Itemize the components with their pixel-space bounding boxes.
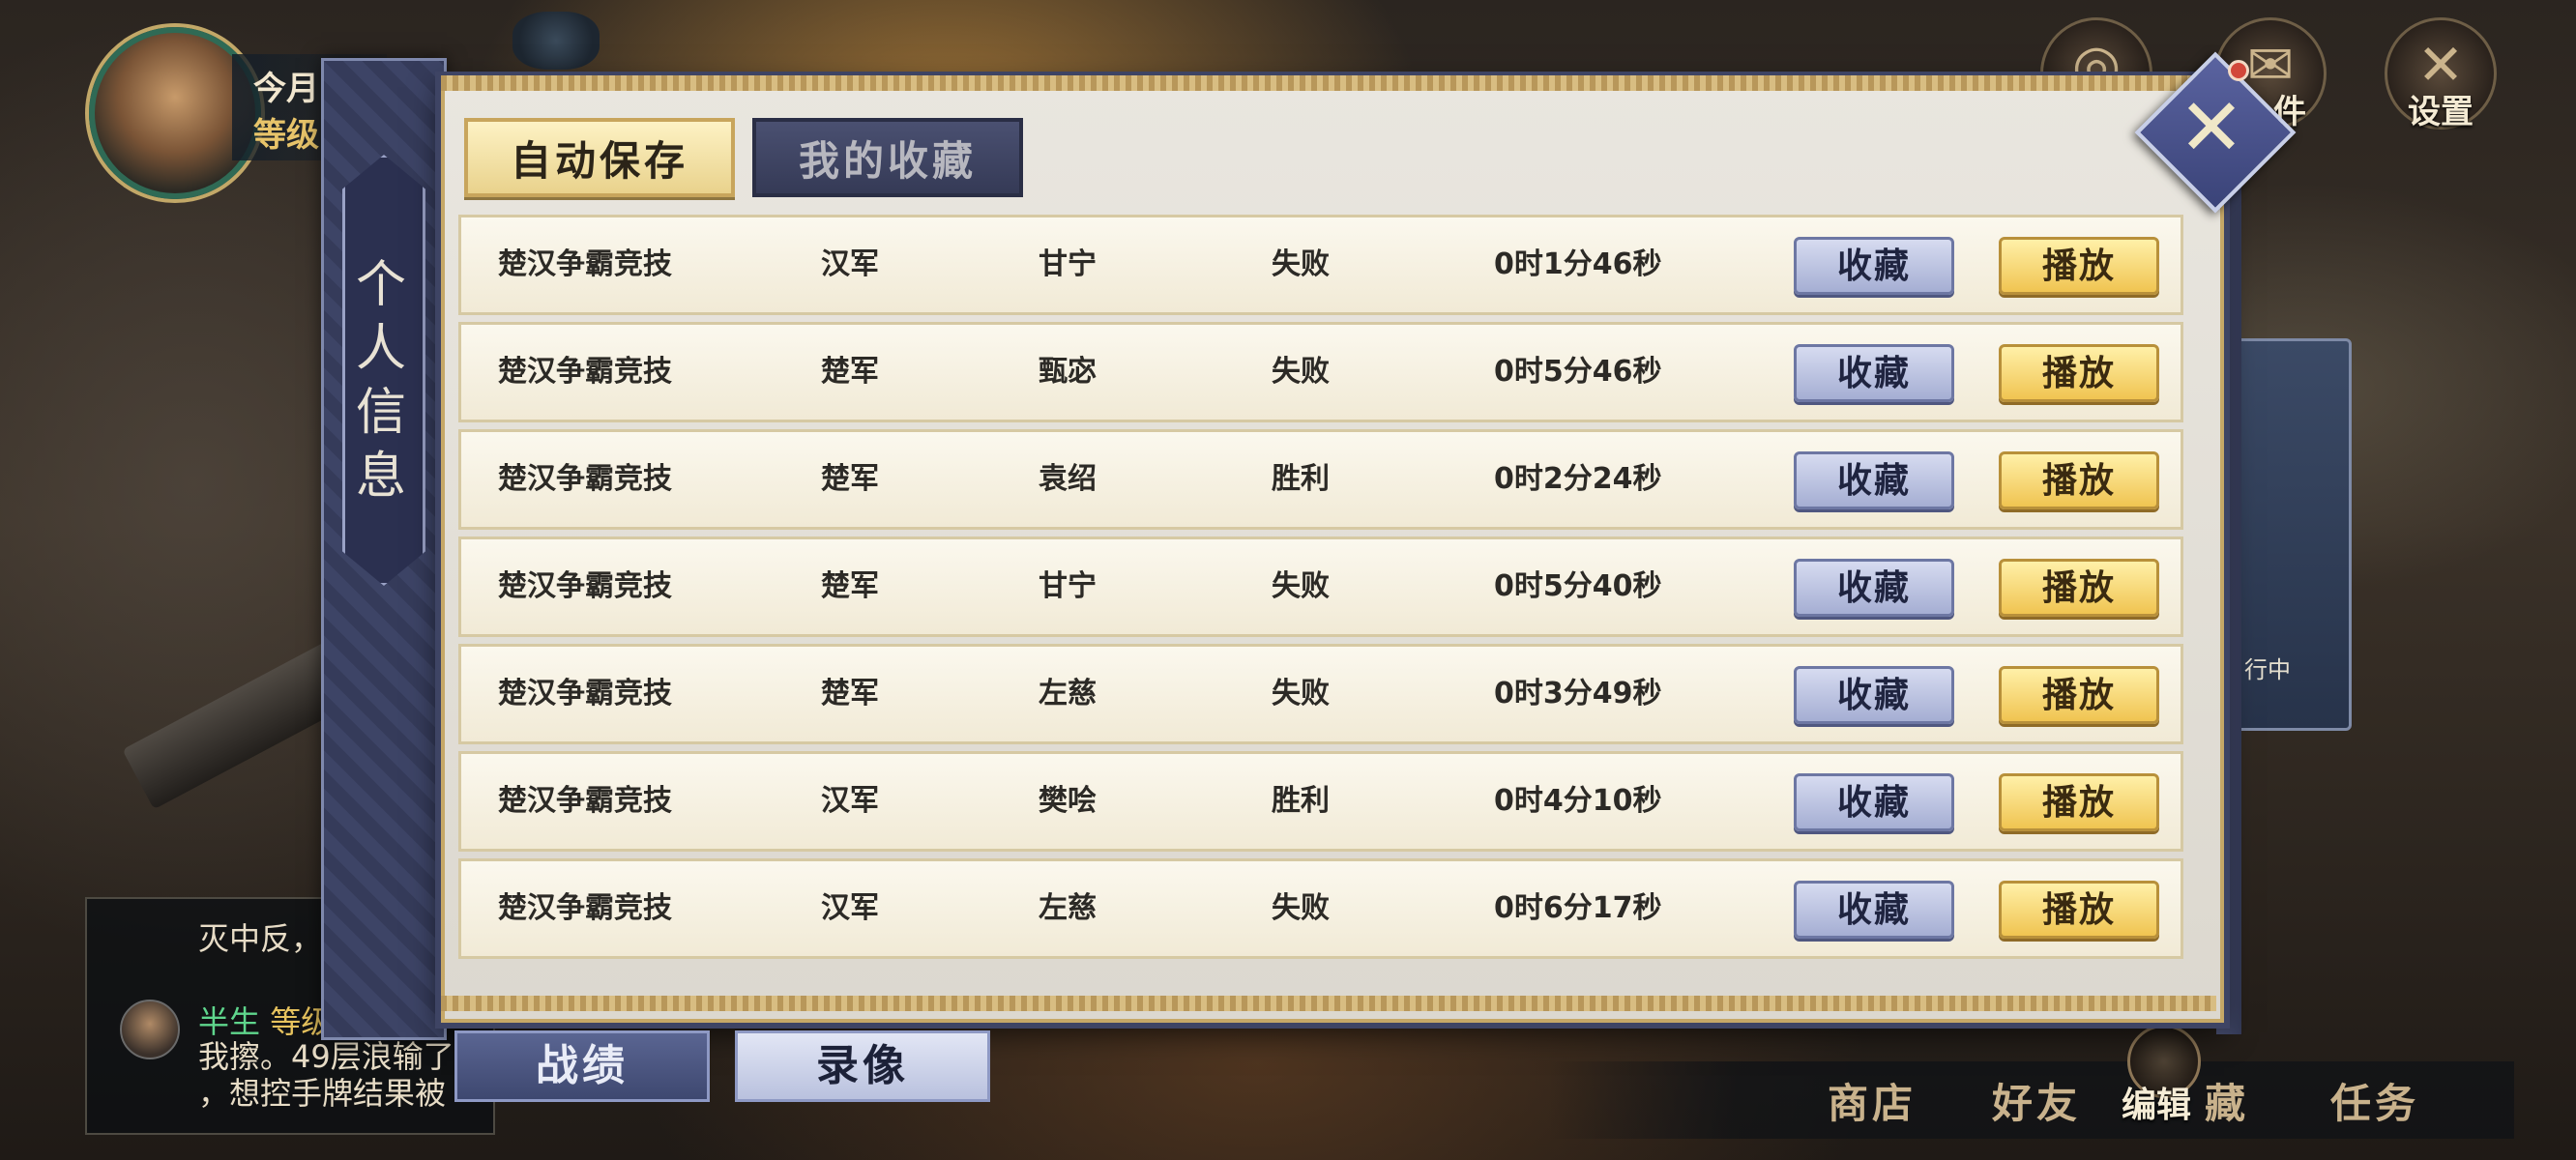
play-button[interactable]: 播放 — [1999, 559, 2159, 617]
close-tag-ornament — [2228, 60, 2249, 81]
play-button[interactable]: 播放 — [1999, 344, 2159, 402]
edit-label: 编辑 — [2122, 1086, 2192, 1125]
player-level-label: 等级 — [253, 116, 319, 155]
replay-duration: 0时5分46秒 — [1494, 355, 1662, 389]
replay-duration: 0时5分40秒 — [1494, 569, 1662, 603]
replay-side: 楚军 — [821, 355, 879, 389]
replay-hero: 左慈 — [1039, 891, 1097, 925]
chat-avatar[interactable] — [120, 1000, 180, 1059]
nav-tasks[interactable]: 任务 — [2330, 1071, 2419, 1130]
replay-row: 楚汉争霸竞技 楚军 左慈 失败 0时3分49秒 收藏 播放 — [458, 644, 2183, 744]
play-button[interactable]: 播放 — [1999, 773, 2159, 831]
replay-side: 楚军 — [821, 677, 879, 710]
replay-side: 楚军 — [821, 569, 879, 603]
replay-mode: 楚汉争霸竞技 — [498, 677, 672, 710]
replay-duration: 0时3分49秒 — [1494, 677, 1662, 710]
replay-hero: 袁绍 — [1039, 462, 1097, 496]
replay-mode: 楚汉争霸竞技 — [498, 355, 672, 389]
replay-duration: 0时1分46秒 — [1494, 247, 1662, 281]
replay-row: 楚汉争霸竞技 汉军 樊哙 胜利 0时4分10秒 收藏 播放 — [458, 751, 2183, 852]
favorite-button[interactable]: 收藏 — [1794, 773, 1954, 831]
replay-hero: 樊哙 — [1039, 784, 1097, 818]
favorite-button[interactable]: 收藏 — [1794, 559, 1954, 617]
chat-message-3: ，想控手牌结果被 — [198, 1075, 447, 1112]
favorite-button[interactable]: 收藏 — [1794, 451, 1954, 509]
favorite-button[interactable]: 收藏 — [1794, 237, 1954, 295]
replay-hero: 左慈 — [1039, 677, 1097, 710]
side-card-status: 行中 — [2244, 656, 2291, 683]
chat-message-1: 灭中反， — [198, 920, 323, 957]
nav-shop[interactable]: 商店 — [1828, 1071, 1917, 1130]
modal-bottom-trim — [441, 996, 2216, 1011]
replay-result: 失败 — [1272, 247, 1330, 281]
play-button[interactable]: 播放 — [1999, 881, 2159, 939]
nav-friends[interactable]: 好友 — [1992, 1071, 2081, 1130]
replay-mode: 楚汉争霸竞技 — [498, 462, 672, 496]
replay-row: 楚汉争霸竞技 楚军 甘宁 失败 0时5分40秒 收藏 播放 — [458, 536, 2183, 637]
replay-row: 楚汉争霸竞技 楚军 甄宓 失败 0时5分46秒 收藏 播放 — [458, 322, 2183, 422]
favorite-button[interactable]: 收藏 — [1794, 666, 1954, 724]
play-button[interactable]: 播放 — [1999, 237, 2159, 295]
nav-collection[interactable]: 藏 — [2205, 1071, 2249, 1130]
favorite-button[interactable]: 收藏 — [1794, 881, 1954, 939]
tab-auto-save[interactable]: 自动保存 — [464, 118, 735, 197]
dragon-ornament — [512, 12, 600, 70]
replay-result: 失败 — [1272, 569, 1330, 603]
replay-result: 失败 — [1272, 891, 1330, 925]
settings-button[interactable]: ✕ 设置 — [2385, 17, 2497, 131]
replay-mode: 楚汉争霸竞技 — [498, 569, 672, 603]
replay-duration: 0时4分10秒 — [1494, 784, 1662, 818]
replay-row: 楚汉争霸竞技 汉军 甘宁 失败 0时1分46秒 收藏 播放 — [458, 215, 2183, 315]
replay-hero: 甄宓 — [1039, 355, 1097, 389]
panel-title: 个人信息 — [355, 256, 406, 506]
replay-hero: 甘宁 — [1039, 247, 1097, 281]
replay-row: 楚汉争霸竞技 汉军 左慈 失败 0时6分17秒 收藏 播放 — [458, 858, 2183, 959]
replay-result: 失败 — [1272, 355, 1330, 389]
replay-result: 失败 — [1272, 677, 1330, 710]
close-icon: ✕ — [2178, 82, 2245, 174]
replay-result: 胜利 — [1272, 784, 1330, 818]
replay-side: 汉军 — [821, 247, 879, 281]
favorite-button[interactable]: 收藏 — [1794, 344, 1954, 402]
replay-duration: 0时2分24秒 — [1494, 462, 1662, 496]
replay-hero: 甘宁 — [1039, 569, 1097, 603]
replay-row: 楚汉争霸竞技 楚军 袁绍 胜利 0时2分24秒 收藏 播放 — [458, 429, 2183, 530]
replay-side: 汉军 — [821, 784, 879, 818]
tab-my-favorites[interactable]: 我的收藏 — [752, 118, 1023, 197]
play-button[interactable]: 播放 — [1999, 666, 2159, 724]
play-button[interactable]: 播放 — [1999, 451, 2159, 509]
replay-side: 汉军 — [821, 891, 879, 925]
tab-battle-record[interactable]: 战绩 — [454, 1030, 710, 1102]
replay-duration: 0时6分17秒 — [1494, 891, 1662, 925]
replay-mode: 楚汉争霸竞技 — [498, 784, 672, 818]
replay-side: 楚军 — [821, 462, 879, 496]
player-month-label: 今月 — [253, 70, 319, 108]
tab-video[interactable]: 录像 — [735, 1030, 990, 1102]
replay-mode: 楚汉争霸竞技 — [498, 891, 672, 925]
modal-top-trim — [441, 75, 2216, 91]
replay-result: 胜利 — [1272, 462, 1330, 496]
replay-mode: 楚汉争霸竞技 — [498, 247, 672, 281]
